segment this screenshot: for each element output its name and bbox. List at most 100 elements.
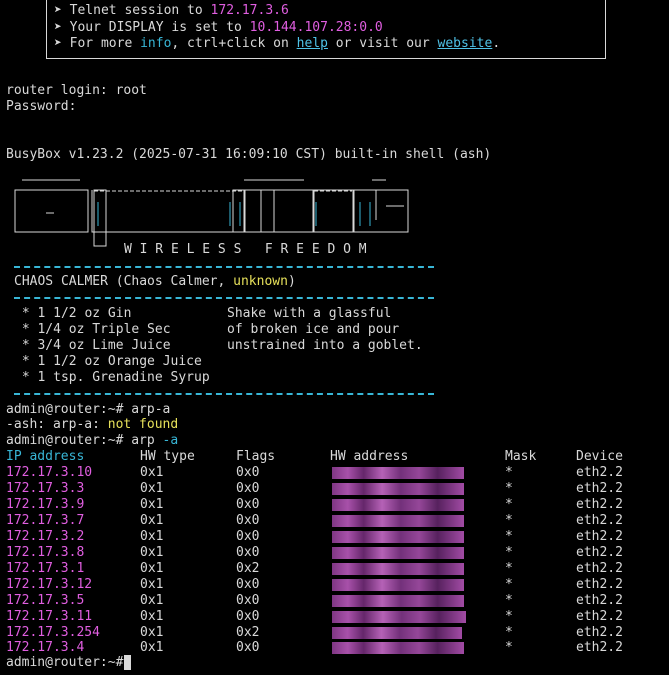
terminal-window[interactable]: ➤ Telnet session to 172.17.3.6 ➤ Your DI… [0,0,669,675]
row-mask: * [505,545,513,560]
row-hw-type: 0x1 [140,577,164,592]
shell-prompt: admin@router:~# [6,433,132,448]
row-ip-address: 172.17.3.12 [6,577,93,592]
row-device: eth2.2 [576,481,623,496]
redacted-hw-address [332,483,464,495]
redacted-hw-address [332,595,464,607]
command-text: arp [131,433,163,448]
more-info-label: ➤ For more [54,36,141,51]
row-mask: * [505,529,513,544]
row-flags: 0x0 [236,640,260,655]
row-mask: * [505,465,513,480]
row-hw-type: 0x1 [140,593,164,608]
row-flags: 0x0 [236,529,260,544]
error-prefix: -ash: arp-a: [6,417,108,432]
separator-middle [14,297,434,299]
row-mask: * [505,481,513,496]
row-mask: * [505,513,513,528]
header-hw-address: HW address [330,449,409,464]
row-flags: 0x2 [236,625,260,640]
ingredient-item: * 3/4 oz Lime Juice [14,338,171,353]
row-hw-type: 0x1 [140,545,164,560]
more-info-text: , ctrl+click on [171,36,297,51]
logo-tagline: W I R E L E S S F R E E D O M [124,242,367,257]
row-mask: * [505,593,513,608]
row-flags: 0x0 [236,545,260,560]
row-hw-type: 0x1 [140,465,164,480]
header-hw-type: HW type [140,449,195,464]
text-cursor [124,655,131,670]
row-device: eth2.2 [576,545,623,560]
row-mask: * [505,640,513,655]
final-prompt[interactable]: admin@router:~# [6,655,131,671]
redacted-hw-address [332,515,464,527]
row-device: eth2.2 [576,593,623,608]
row-device: eth2.2 [576,561,623,576]
release-suffix: ) [287,274,296,289]
telnet-label: ➤ Telnet session to [54,3,211,18]
row-ip-address: 172.17.3.8 [6,545,85,560]
row-flags: 0x0 [236,465,260,480]
row-device: eth2.2 [576,497,623,512]
row-device: eth2.2 [576,577,623,592]
row-hw-type: 0x1 [140,640,164,655]
header-mask: Mask [505,449,537,464]
row-flags: 0x0 [236,513,260,528]
error-line: -ash: arp-a: not found [6,417,178,433]
ingredient-item: * 1/4 oz Triple Sec [14,322,171,337]
row-mask: * [505,577,513,592]
command-flag: -a [162,433,179,448]
redacted-hw-address [332,627,462,639]
more-info-end: . [492,36,501,51]
shell-prompt: admin@router:~# [6,402,132,417]
more-info-text-2: or visit our [327,36,438,51]
ingredient-item: * 1 tsp. Grenadine Syrup [14,370,210,385]
row-hw-type: 0x1 [140,561,164,576]
telnet-session-line: ➤ Telnet session to 172.17.3.6 [54,3,289,19]
ingredient-item: * 1 1/2 oz Gin [14,306,132,321]
row-hw-type: 0x1 [140,481,164,496]
release-version: unknown [233,274,288,289]
website-link[interactable]: website [438,36,493,51]
info-link[interactable]: info [140,36,171,51]
redacted-hw-address [332,579,464,591]
row-ip-address: 172.17.3.11 [6,609,93,624]
row-ip-address: 172.17.3.3 [6,481,85,496]
instruction-line: of broken ice and pour [227,322,400,337]
row-mask: * [505,625,513,640]
ingredient-item: * 1 1/2 oz Orange Juice [14,354,202,369]
row-flags: 0x0 [236,577,260,592]
instruction-line: Shake with a glassful [227,306,392,321]
header-flags: Flags [236,449,276,464]
row-device: eth2.2 [576,640,623,655]
row-mask: * [505,561,513,576]
row-ip-address: 172.17.3.9 [6,497,85,512]
release-line: CHAOS CALMER (Chaos Calmer, unknown) [14,274,296,290]
row-ip-address: 172.17.3.2 [6,529,85,544]
command-text: arp-a [131,402,171,417]
redacted-hw-address [332,563,464,575]
display-label: ➤ Your DISPLAY is set to [54,20,250,35]
row-mask: * [505,609,513,624]
header-device: Device [576,449,623,464]
row-flags: 0x0 [236,593,260,608]
redacted-hw-address [332,611,466,623]
redacted-hw-address [332,499,464,511]
busybox-version-line: BusyBox v1.23.2 (2025-07-31 16:09:10 CST… [6,147,492,162]
row-ip-address: 172.17.3.254 [6,625,100,640]
row-device: eth2.2 [576,529,623,544]
command-line-2: admin@router:~# arp -a [6,433,178,449]
row-ip-address: 172.17.3.10 [6,465,93,480]
display-value: 10.144.107.28:0.0 [249,20,383,35]
row-mask: * [505,497,513,512]
row-hw-type: 0x1 [140,609,164,624]
help-link[interactable]: help [297,36,328,51]
separator-bottom [14,393,434,395]
password-line: Password: [6,99,77,114]
telnet-ip: 172.17.3.6 [210,3,289,18]
row-ip-address: 172.17.3.4 [6,640,85,655]
redacted-hw-address [332,467,464,479]
release-name: CHAOS CALMER (Chaos Calmer, [14,274,234,289]
row-flags: 0x2 [236,561,260,576]
row-device: eth2.2 [576,609,623,624]
